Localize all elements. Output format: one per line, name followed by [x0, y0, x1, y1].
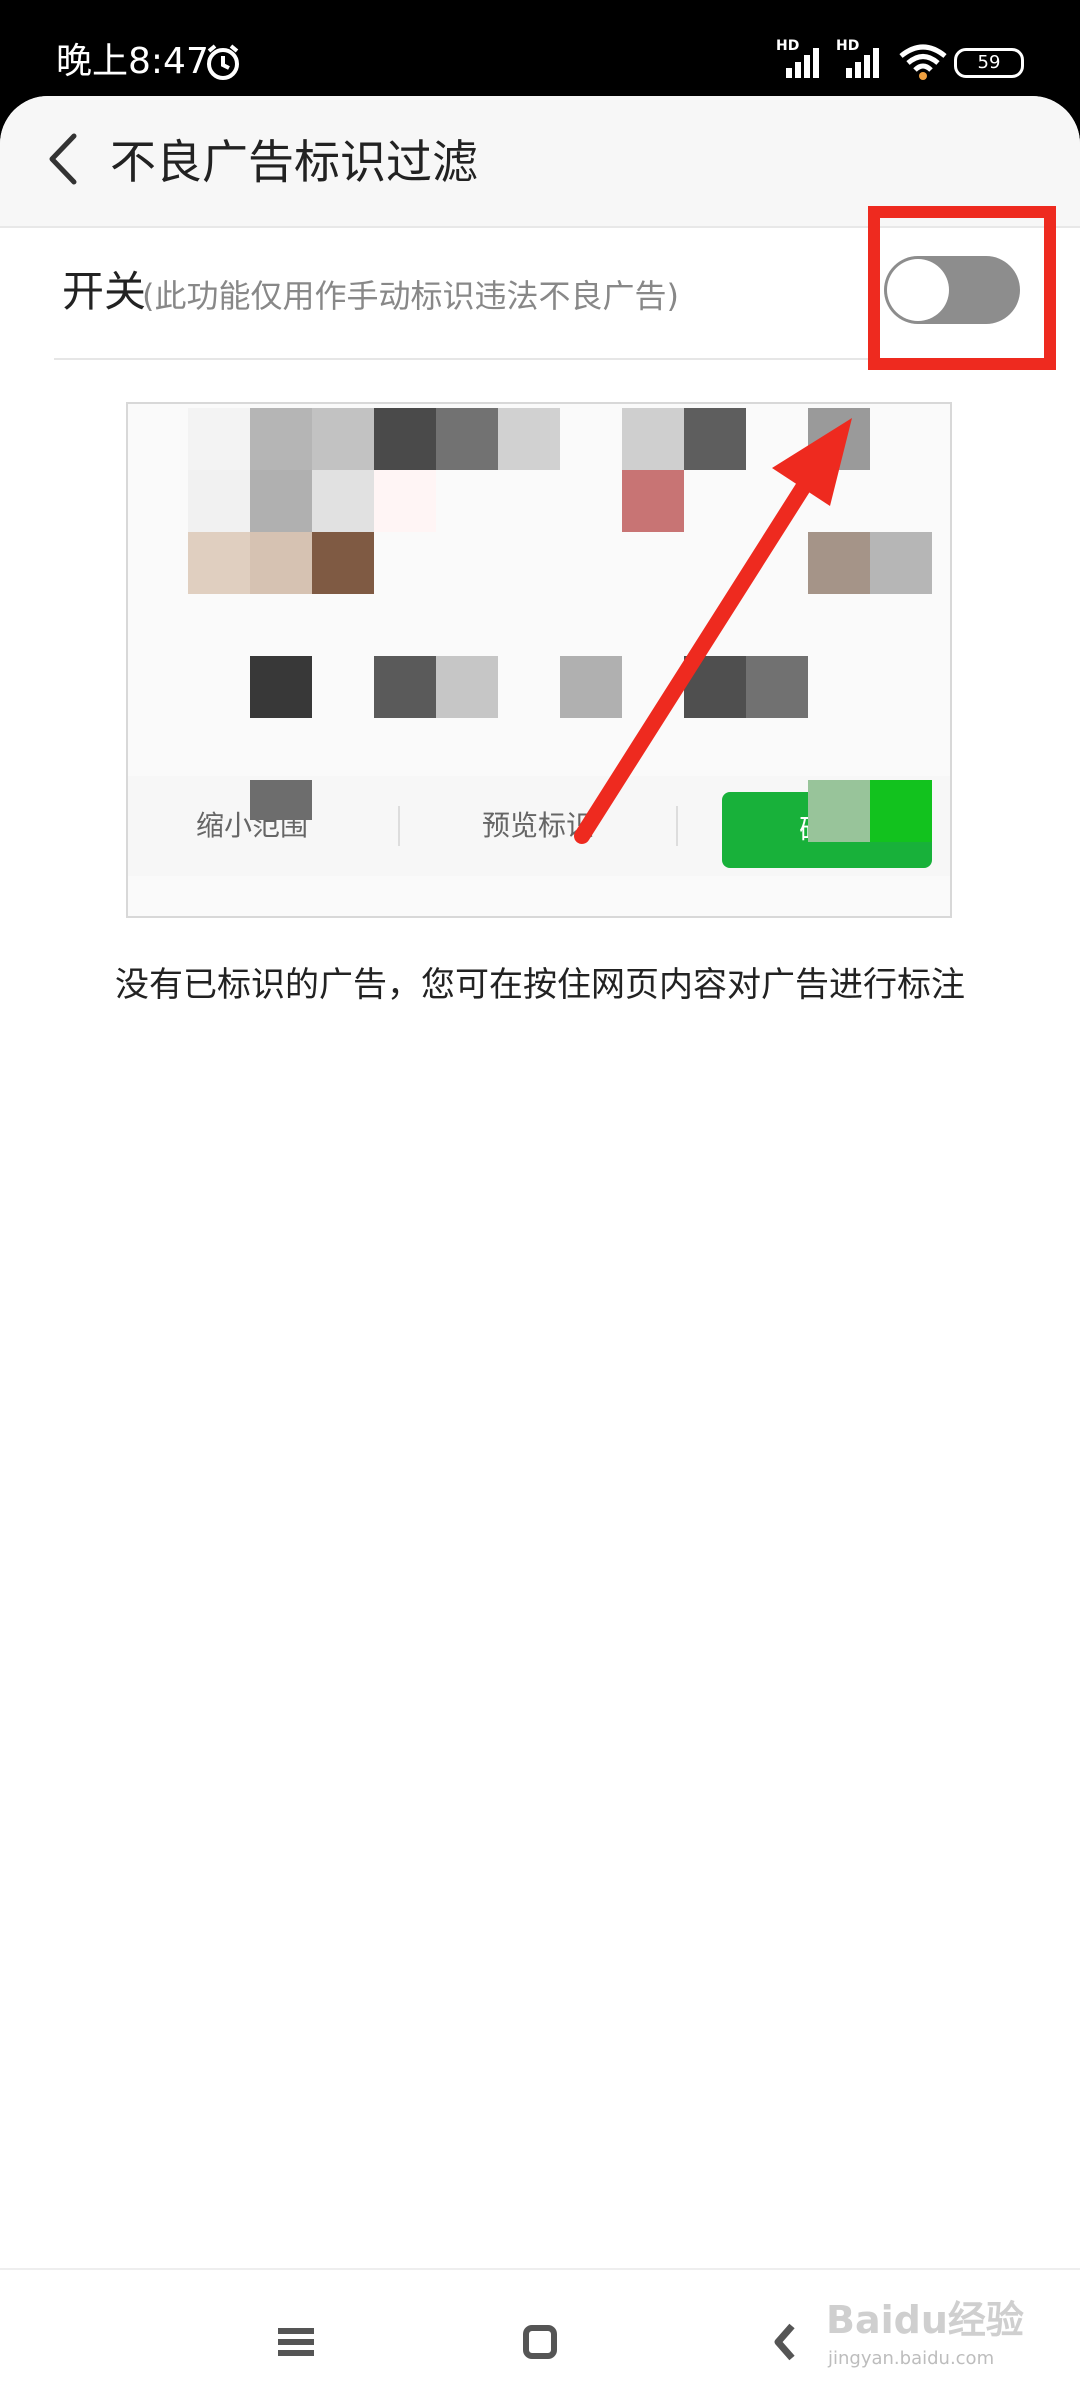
mosaic-tile	[250, 532, 312, 594]
mosaic-tile	[870, 532, 932, 594]
mosaic-tile	[188, 532, 250, 594]
status-time: 晚上8:47	[56, 41, 209, 82]
wifi-icon	[898, 44, 948, 80]
empty-hint: 没有已标识的广告，您可在按住网页内容对广告进行标注	[115, 965, 965, 1005]
mosaic-tile	[560, 656, 622, 718]
signal-icon: HD	[776, 38, 826, 80]
watermark-url: jingyan.baidu.com	[828, 2348, 995, 2369]
chevron-left-icon[interactable]	[30, 124, 100, 194]
mosaic-tile	[808, 780, 870, 842]
signal-icon: HD	[836, 38, 886, 80]
home-icon[interactable]	[510, 2312, 570, 2372]
preview-illustration: 缩小范围 预览标识 确认	[126, 402, 952, 918]
page-title: 不良广告标识过滤	[110, 135, 478, 189]
alarm-icon	[203, 42, 243, 82]
divider	[676, 806, 678, 846]
mosaic-tile	[622, 408, 684, 470]
preview-action-preview: 预览标识	[482, 809, 595, 842]
mosaic-tile	[250, 656, 312, 718]
back-icon[interactable]	[756, 2312, 816, 2372]
mosaic-tile	[808, 408, 870, 470]
battery-icon: 59	[954, 48, 1024, 78]
menu-icon[interactable]	[266, 2312, 326, 2372]
mosaic-tile	[498, 408, 560, 470]
mosaic-tile	[374, 408, 436, 470]
mosaic-tile	[684, 408, 746, 470]
mosaic-tile	[622, 470, 684, 532]
divider	[398, 806, 400, 846]
battery-level: 59	[977, 52, 1001, 73]
mosaic-tile	[312, 408, 374, 470]
mosaic-tile	[374, 470, 436, 532]
mosaic-tile	[808, 532, 870, 594]
annotation-highlight-box	[868, 206, 1056, 370]
mosaic-tile	[250, 780, 312, 820]
mosaic-tile	[374, 656, 436, 718]
mosaic-tile	[250, 470, 312, 532]
mosaic-tile	[188, 470, 250, 532]
mosaic-tile	[312, 532, 374, 594]
mosaic-tile	[436, 408, 498, 470]
baidu-watermark: Baidu经验 jingyan.baidu.com	[822, 2268, 1052, 2378]
mosaic-tile	[312, 470, 374, 532]
switch-description: (此功能仅用作手动标识违法不良广告)	[142, 277, 679, 315]
mosaic-tile	[188, 408, 250, 470]
mosaic-tile	[250, 408, 312, 470]
status-bar: 晚上8:47 HD HD 59	[0, 0, 1080, 96]
mosaic-tile	[746, 656, 808, 718]
watermark-text: Baidu经验	[826, 2298, 1024, 2342]
mosaic-tile	[870, 780, 932, 842]
mosaic-tile	[684, 656, 746, 718]
switch-label: 开关	[62, 267, 147, 316]
mosaic-tile	[436, 656, 498, 718]
